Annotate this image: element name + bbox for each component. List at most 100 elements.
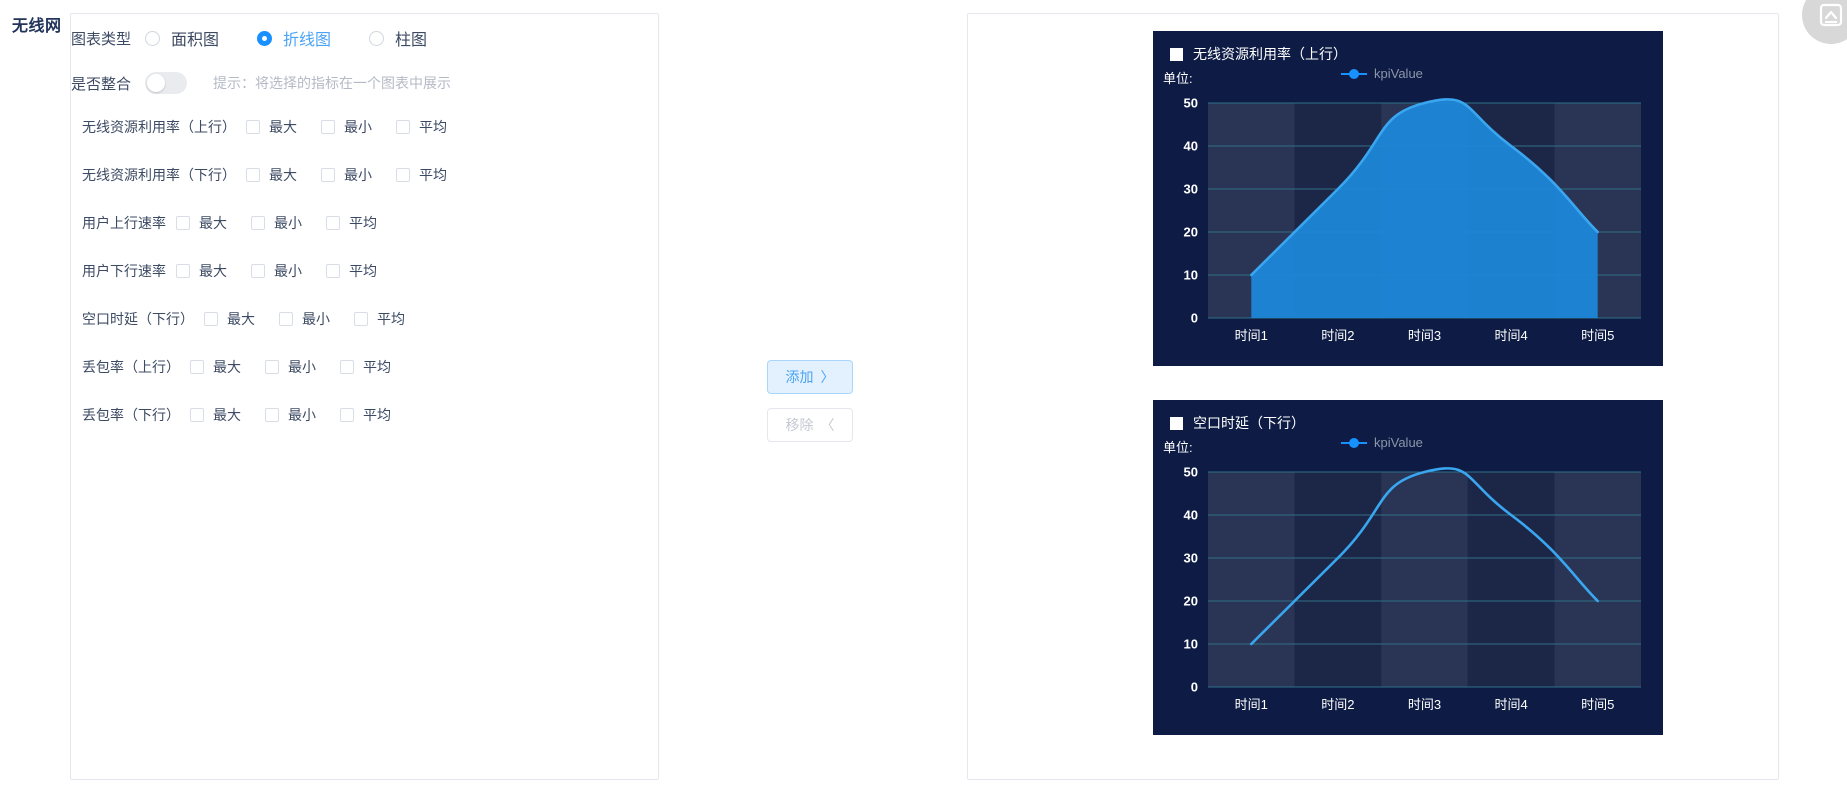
svg-text:时间4: 时间4 [1494,697,1527,712]
svg-text:时间5: 时间5 [1581,697,1614,712]
radio-label: 柱图 [395,32,428,49]
checkbox-icon [190,360,204,374]
tab-wireless-network[interactable]: 无线网 [12,12,62,36]
svg-text:40: 40 [1184,139,1198,154]
checkbox-icon [321,168,335,182]
svg-text:20: 20 [1184,225,1198,240]
checkbox-max[interactable]: 最大 [246,117,297,137]
checkbox-icon [326,216,340,230]
metric-label: 丢包率（下行） [82,407,180,423]
svg-text:0: 0 [1191,680,1198,695]
chart-header: 无线资源利用率（上行） 单位: kpiValue [1153,31,1663,93]
checkbox-max[interactable]: 最大 [246,165,297,185]
image-collapse-button[interactable] [1802,0,1847,44]
checkbox-label: 平均 [349,215,377,231]
radio-line-chart[interactable]: 折线图 [257,26,331,50]
checkbox-avg[interactable]: 平均 [396,117,447,137]
checkbox-max[interactable]: 最大 [204,309,255,329]
checkbox-label: 最大 [213,359,241,375]
checkbox-avg[interactable]: 平均 [340,405,391,425]
svg-text:时间2: 时间2 [1321,697,1354,712]
checkbox-avg[interactable]: 平均 [326,213,377,233]
merge-label: 是否整合 [71,75,132,93]
remove-button[interactable]: 移除 〈 [767,408,853,442]
checkbox-min[interactable]: 最小 [265,405,316,425]
preview-panel: 无线资源利用率（上行） 单位: kpiValue 0 10 20 30 40 50 时间1 时… [967,13,1779,780]
checkbox-icon [321,120,335,134]
checkbox-avg[interactable]: 平均 [396,165,447,185]
chart-header: 空口时延（下行） 单位: kpiValue [1153,400,1663,462]
radio-icon [145,30,161,46]
checkbox-min[interactable]: 最小 [321,117,372,137]
svg-text:时间3: 时间3 [1408,697,1441,712]
checkbox-max[interactable]: 最大 [190,405,241,425]
radio-icon [257,30,273,46]
checkbox-max[interactable]: 最大 [176,261,227,281]
checkbox-min[interactable]: 最小 [265,357,316,377]
chart-card-downlink-latency: 空口时延（下行） 单位: kpiValue 0 10 20 30 40 50 时间1 时间2 时… [1153,400,1663,735]
checkbox-min[interactable]: 最小 [321,165,372,185]
metric-label: 用户上行速率 [82,215,166,231]
config-panel: 图表类型 面积图 折线图 柱图 是否整合 提示：将选择的指标在一个图表中展示 无… [70,13,659,780]
chart-unit-label: 单位: [1163,440,1193,455]
checkbox-icon [279,312,293,326]
checkbox-max[interactable]: 最大 [190,357,241,377]
legend-marker-icon [1341,68,1367,79]
checkbox-avg[interactable]: 平均 [326,261,377,281]
svg-text:10: 10 [1184,637,1198,652]
checkbox-icon [176,264,190,278]
transfer-controls: 添加 〉 移除 〈 [767,360,853,456]
checkbox-avg[interactable]: 平均 [354,309,405,329]
add-button-label: 添加 [785,369,814,385]
checkbox-min[interactable]: 最小 [279,309,330,329]
chart-type-row: 图表类型 面积图 折线图 柱图 [71,26,465,50]
chart-plot-area: 0 10 20 30 40 50 时间1 时间2 时间3 时间4 时间5 [1153,93,1663,366]
checkbox-icon [340,408,354,422]
checkbox-label: 最大 [213,407,241,423]
chart-title-group: 空口时延（下行） [1170,413,1305,433]
svg-text:时间1: 时间1 [1235,697,1268,712]
svg-text:时间5: 时间5 [1581,328,1614,343]
checkbox-label: 平均 [363,407,391,423]
svg-text:40: 40 [1184,508,1198,523]
merge-hint: 提示：将选择的指标在一个图表中展示 [213,75,452,91]
checkbox-icon [251,264,265,278]
svg-text:20: 20 [1184,594,1198,609]
radio-icon [369,30,385,46]
checkbox-min[interactable]: 最小 [251,261,302,281]
checkbox-max[interactable]: 最大 [176,213,227,233]
radio-label: 折线图 [283,32,332,49]
chart-type-radio-group[interactable]: 面积图 折线图 柱图 [145,26,465,50]
checkbox-icon [396,168,410,182]
merge-toggle-switch[interactable] [145,72,188,94]
checkbox-icon [396,120,410,134]
legend-marker-icon [1341,437,1367,448]
checkbox-avg[interactable]: 平均 [340,357,391,377]
legend-label: kpiValue [1374,435,1423,450]
metric-label: 用户下行速率 [82,263,166,279]
radio-bar-chart[interactable]: 柱图 [369,26,427,50]
svg-text:10: 10 [1184,268,1198,283]
checkbox-label: 最小 [274,215,302,231]
checkbox-label: 平均 [363,359,391,375]
chart-legend[interactable]: kpiValue [1341,435,1423,450]
legend-label: kpiValue [1374,66,1423,81]
chart-legend[interactable]: kpiValue [1341,66,1423,81]
metric-row: 用户上行速率 最大 最小 平均 [82,213,401,233]
add-button[interactable]: 添加 〉 [767,360,853,394]
svg-text:时间2: 时间2 [1321,328,1354,343]
checkbox-label: 最大 [227,311,255,327]
checkbox-label: 最大 [199,215,227,231]
chart-card-uplink-utilization: 无线资源利用率（上行） 单位: kpiValue 0 10 20 30 40 50 时间1 时… [1153,31,1663,366]
radio-area-chart[interactable]: 面积图 [145,26,219,50]
chart-select-checkbox[interactable] [1170,47,1183,61]
line-chart-svg: 0 10 20 30 40 50 时间1 时间2 时间3 时间4 时间5 [1184,465,1641,712]
radio-label: 面积图 [171,32,220,49]
checkbox-icon [176,216,190,230]
checkbox-icon [246,120,260,134]
svg-text:30: 30 [1184,182,1198,197]
checkbox-min[interactable]: 最小 [251,213,302,233]
chart-title-group: 无线资源利用率（上行） [1170,44,1347,64]
chart-select-checkbox[interactable] [1170,416,1183,430]
metric-row: 丢包率（下行） 最大 最小 平均 [82,405,415,425]
